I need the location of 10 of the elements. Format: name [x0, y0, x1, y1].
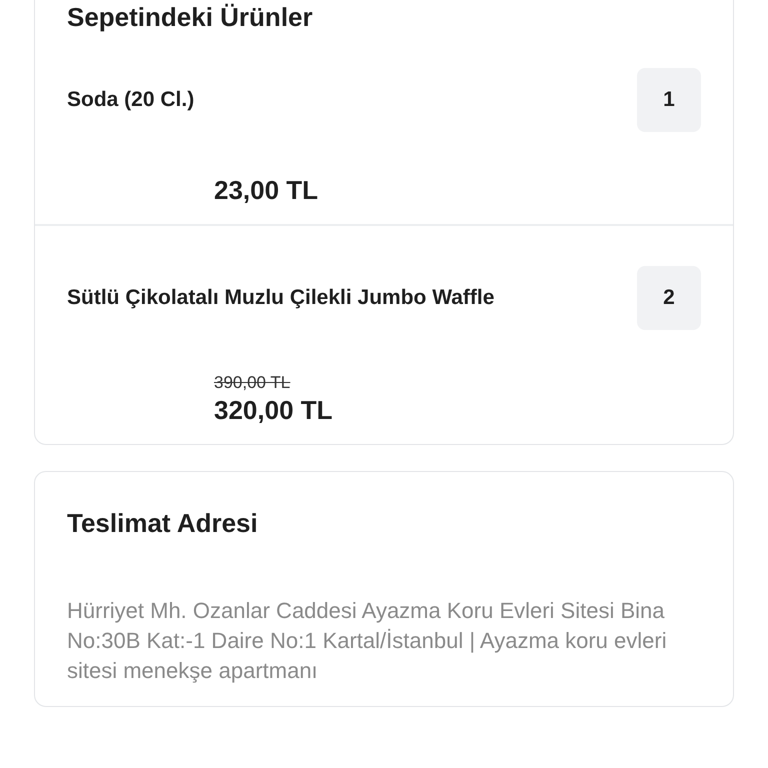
- product-price: 320,00 TL: [214, 394, 334, 426]
- address-title: Teslimat Adresi: [66, 507, 259, 538]
- product-name: Sütlü Çikolatalı Muzlu Çilekli Jumbo Waffle: [67, 286, 494, 310]
- product-name: Soda (20 Cl.): [67, 88, 194, 112]
- quantity-button[interactable]: 1: [637, 68, 701, 132]
- quantity-button[interactable]: 2: [637, 266, 701, 330]
- old-price: 390,00 TL: [214, 372, 292, 394]
- address-text: Hürriyet Mh. Ozanlar Caddesi Ayazma Koru Evleri Sitesi Bina No:30B Kat:-1 Daire No:1 Kartal/İstanbul | Ayazma koru evleri sitesi menekşe apartmanı: [66, 597, 668, 685]
- cart-title: Sepetindeki Ürünler: [66, 1, 314, 32]
- product-price: 23,00 TL: [214, 174, 320, 206]
